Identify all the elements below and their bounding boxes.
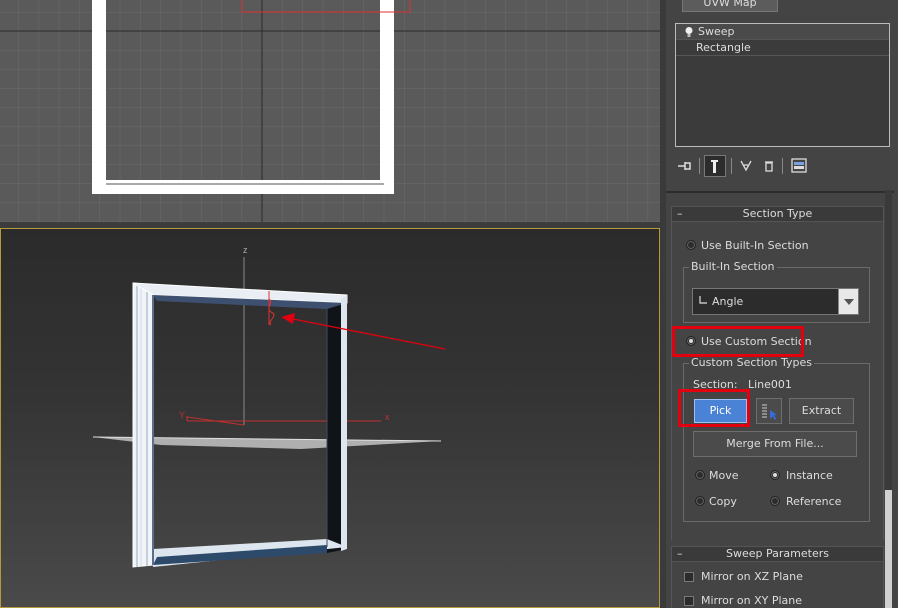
mirror-xy-label: Mirror on XY Plane [701, 594, 803, 607]
configure-modifier-sets-icon[interactable] [788, 155, 810, 177]
stack-item-rectangle[interactable]: Rectangle [676, 40, 889, 56]
merge-from-file-button[interactable]: Merge From File... [693, 431, 857, 457]
rollout-sweep-parameters-header[interactable]: – Sweep Parameters [671, 546, 884, 562]
group-title: Built-In Section [689, 260, 777, 273]
use-builtin-radio[interactable] [686, 240, 696, 250]
collapse-icon: – [677, 207, 683, 220]
instance-radio[interactable] [770, 470, 780, 480]
frame-perspective [132, 282, 348, 568]
pick-by-list-button[interactable] [756, 398, 782, 424]
rollout-title: Section Type [742, 207, 813, 220]
angle-shape-icon [699, 296, 707, 304]
highlight-use-custom-section [672, 326, 804, 357]
perspective-viewport-canvas: z Y x [92, 245, 446, 568]
top-viewport-canvas [0, 0, 660, 222]
copy-radio[interactable] [695, 496, 705, 506]
select-list-icon [762, 404, 777, 420]
reference-label: Reference [786, 495, 842, 508]
annotation-arrowhead [281, 313, 295, 324]
mirror-xz-label: Mirror on XZ Plane [701, 570, 803, 583]
custom-section-group: Custom Section Types Section: Line001 Pi… [683, 356, 870, 522]
builtin-section-group: Built-In Section Angle [683, 260, 870, 323]
annotation-arrow [292, 318, 446, 350]
stack-item-sweep[interactable]: Sweep [676, 24, 889, 40]
stack-item-label: Sweep [698, 25, 735, 38]
builtin-section-dropdown[interactable]: Angle [692, 288, 859, 315]
make-unique-icon[interactable] [736, 155, 758, 177]
show-end-result-icon[interactable] [704, 155, 726, 177]
rollout-title: Sweep Parameters [726, 547, 829, 560]
highlight-pick-button [678, 389, 750, 427]
axis-label-y: Y [179, 410, 185, 420]
top-viewport[interactable] [0, 0, 660, 222]
rollout-sweep-parameters-body: Mirror on XZ Plane Mirror on XY Plane [671, 562, 884, 608]
axis-label-z: z [243, 245, 248, 255]
axis-label-x: x [385, 412, 390, 422]
extract-button[interactable]: Extract [789, 398, 854, 424]
stack-item-label: Rectangle [696, 41, 751, 54]
lightbulb-icon[interactable] [684, 26, 694, 38]
chevron-down-icon[interactable] [838, 289, 858, 314]
collapse-icon: – [677, 547, 683, 560]
pin-stack-icon[interactable] [674, 155, 696, 177]
section-value: Line001 [748, 378, 792, 391]
use-builtin-label: Use Built-In Section [701, 239, 809, 252]
move-label: Move [709, 469, 739, 482]
mirror-xy-checkbox[interactable] [684, 596, 694, 606]
remove-modifier-icon[interactable] [758, 155, 780, 177]
stack-toolbar [674, 155, 889, 179]
command-panel: UVW Map Sweep Rectangle – Section Type U… [666, 0, 898, 608]
panel-divider [666, 191, 894, 193]
group-title: Custom Section Types [689, 356, 814, 369]
perspective-viewport[interactable]: z Y x [0, 228, 660, 608]
copy-label: Copy [709, 495, 737, 508]
reference-radio[interactable] [770, 496, 780, 506]
rollout-section-type-header[interactable]: – Section Type [671, 206, 884, 222]
rollout-section-type-body: Use Built-In Section Built-In Section An… [671, 222, 884, 540]
instance-label: Instance [786, 469, 833, 482]
move-radio[interactable] [695, 470, 705, 480]
modifier-stack-list[interactable]: Sweep Rectangle [675, 23, 890, 147]
uvw-map-button[interactable]: UVW Map [682, 0, 778, 12]
dropdown-value: Angle [712, 295, 744, 308]
scrollbar-thumb[interactable] [885, 490, 892, 608]
mirror-xz-checkbox[interactable] [684, 572, 694, 582]
